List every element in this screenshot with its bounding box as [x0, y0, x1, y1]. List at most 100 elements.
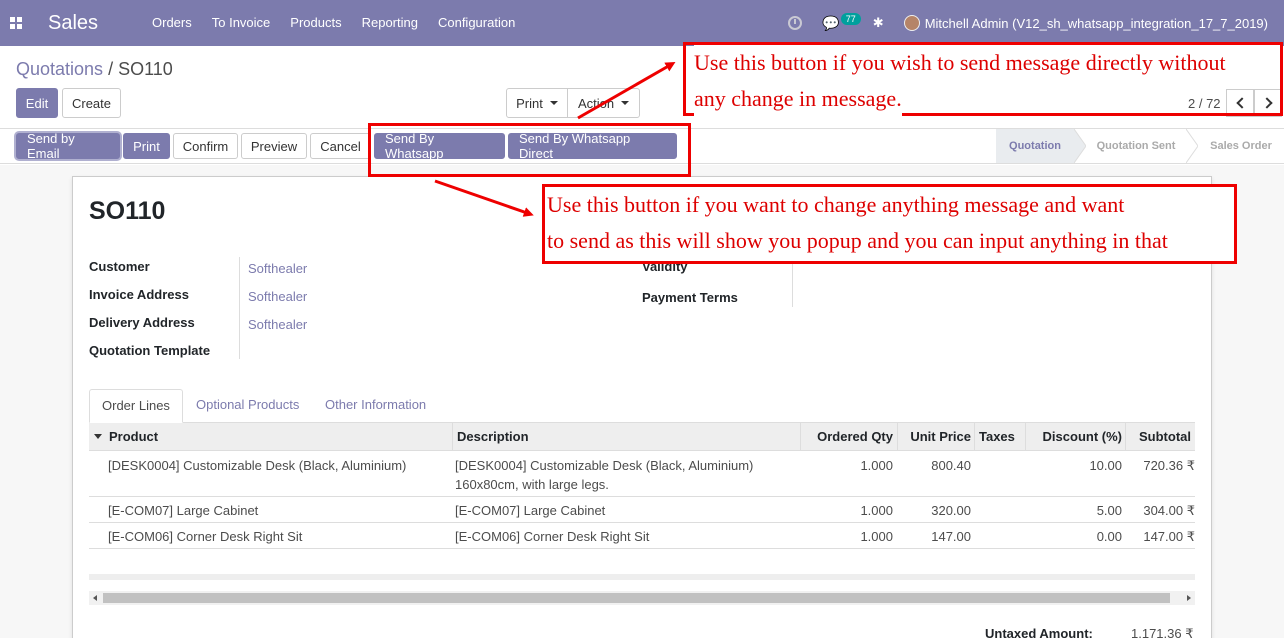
menu-configuration[interactable]: Configuration — [428, 0, 525, 46]
row-unit-price: 320.00 — [931, 503, 971, 518]
tab-order-lines[interactable]: Order Lines — [89, 389, 183, 423]
breadcrumb: Quotations / SO110 — [16, 59, 173, 80]
row-qty: 1.000 — [860, 529, 893, 544]
invoice-address-label: Invoice Address — [89, 287, 189, 302]
table-row[interactable]: [E-COM07] Large Cabinet [E-COM07] Large … — [89, 497, 1195, 523]
col-product[interactable]: Product — [105, 423, 453, 451]
scroll-right-icon[interactable] — [1187, 595, 1191, 601]
action-dropdown[interactable]: Action — [567, 88, 640, 118]
debug-bug-icon[interactable]: ✱ — [873, 15, 884, 31]
customer-label: Customer — [89, 259, 150, 274]
row-subtotal: 147.00 ₹ — [1143, 529, 1195, 544]
stage-separator-icon — [1186, 129, 1198, 163]
action-dropdown-label: Action — [577, 95, 615, 111]
table-row[interactable]: [E-COM06] Corner Desk Right Sit [E-COM06… — [89, 523, 1195, 549]
annotation-direct-line-2: any change in message. — [694, 81, 902, 117]
tab-other-information[interactable]: Other Information — [313, 389, 438, 423]
edit-button[interactable]: Edit — [16, 88, 58, 118]
col-discount[interactable]: Discount (%) — [1025, 423, 1126, 451]
top-navbar: Sales Orders To Invoice Products Reporti… — [0, 0, 1284, 46]
menu-products[interactable]: Products — [280, 0, 351, 46]
annotation-popup-send: Use this button if you want to change an… — [542, 184, 1237, 264]
quotation-template-label: Quotation Template — [89, 343, 211, 358]
stage-sales-order[interactable]: Sales Order — [1198, 129, 1284, 163]
row-description: [E-COM07] Large Cabinet — [455, 503, 606, 518]
caret-down-icon — [549, 101, 558, 105]
app-name[interactable]: Sales — [48, 12, 142, 35]
apps-menu-icon[interactable] — [0, 0, 32, 46]
untaxed-amount-label: Untaxed Amount: — [985, 626, 1093, 638]
avatar[interactable] — [903, 15, 920, 31]
col-ordered-qty[interactable]: Ordered Qty — [800, 423, 897, 451]
col-description[interactable]: Description — [452, 423, 800, 451]
menu-to-invoice[interactable]: To Invoice — [202, 0, 281, 46]
annotation-popup-line-2: to send as this will show you popup and … — [547, 228, 1168, 253]
delivery-address-label: Delivery Address — [89, 315, 195, 330]
col-taxes[interactable]: Taxes — [974, 423, 1026, 451]
scrollbar-thumb[interactable] — [103, 593, 1170, 603]
print-dropdown-label: Print — [516, 95, 543, 111]
row-discount: 0.00 — [1096, 529, 1122, 544]
delivery-address-field[interactable]: Softhealer — [248, 317, 307, 332]
status-stages: Quotation Quotation Sent Sales Order — [996, 129, 1284, 163]
row-subtotal: 304.00 ₹ — [1143, 503, 1195, 518]
row-discount: 10.00 — [1089, 458, 1122, 473]
messaging-menu[interactable]: 💬 77 — [822, 13, 861, 32]
chat-count-badge: 77 — [840, 13, 861, 25]
table-row[interactable]: [DESK0004] Customizable Desk (Black, Alu… — [89, 451, 1195, 497]
breadcrumb-current: SO110 — [118, 59, 173, 79]
annotation-direct-send: Use this button if you wish to send mess… — [683, 42, 1283, 117]
row-discount: 5.00 — [1096, 503, 1122, 518]
untaxed-amount-value: 1,171.36 ₹ — [1131, 626, 1194, 638]
field-divider — [239, 257, 240, 359]
activity-clock-icon[interactable] — [788, 16, 803, 30]
col-unit-price[interactable]: Unit Price — [897, 423, 975, 451]
row-product: [E-COM07] Large Cabinet — [108, 503, 259, 518]
whatsapp-buttons-highlight — [368, 123, 691, 177]
row-subtotal: 720.36 ₹ — [1143, 458, 1195, 473]
annotation-popup-line-1: Use this button if you want to change an… — [547, 192, 1125, 217]
customer-field[interactable]: Softhealer — [248, 261, 307, 276]
menu-reporting[interactable]: Reporting — [352, 0, 428, 46]
invoice-address-field[interactable]: Softhealer — [248, 289, 307, 304]
stage-separator-icon — [1074, 129, 1086, 163]
stage-quotation[interactable]: Quotation — [996, 129, 1074, 163]
row-qty: 1.000 — [860, 503, 893, 518]
breadcrumb-quotations-link[interactable]: Quotations — [16, 59, 103, 79]
order-title: SO110 — [89, 197, 166, 225]
col-subtotal[interactable]: Subtotal — [1125, 423, 1195, 451]
row-qty: 1.000 — [860, 458, 893, 473]
row-description: [DESK0004] Customizable Desk (Black, Alu… — [455, 458, 754, 473]
send-by-email-button[interactable]: Send by Email — [16, 131, 120, 161]
navbar-systray: 💬 77 ✱ Mitchell Admin (V12_sh_whatsapp_i… — [788, 0, 1284, 46]
stage-quotation-sent[interactable]: Quotation Sent — [1086, 129, 1186, 163]
caret-down-icon — [621, 101, 630, 105]
notebook-tabs: Order Lines Optional Products Other Info… — [89, 389, 1195, 423]
sort-caret-icon[interactable] — [94, 434, 102, 439]
cancel-button[interactable]: Cancel — [310, 133, 371, 159]
annotation-direct-line-1: Use this button if you wish to send mess… — [694, 45, 1280, 81]
main-menu: Orders To Invoice Products Reporting Con… — [142, 0, 525, 46]
print-dropdown[interactable]: Print — [506, 88, 568, 118]
row-unit-price: 800.40 — [931, 458, 971, 473]
tab-optional-products[interactable]: Optional Products — [184, 389, 311, 423]
print-button[interactable]: Print — [123, 133, 170, 159]
menu-orders[interactable]: Orders — [142, 0, 202, 46]
field-divider — [792, 257, 793, 307]
table-footer — [89, 574, 1195, 580]
user-menu[interactable]: Mitchell Admin (V12_sh_whatsapp_integrat… — [925, 16, 1268, 31]
create-button[interactable]: Create — [62, 88, 121, 118]
row-description: [E-COM06] Corner Desk Right Sit — [455, 529, 650, 544]
row-unit-price: 147.00 — [931, 529, 971, 544]
row-product: [E-COM06] Corner Desk Right Sit — [108, 529, 303, 544]
preview-button[interactable]: Preview — [241, 133, 307, 159]
table-header: Product Description Ordered Qty Unit Pri… — [89, 423, 1195, 451]
payment-terms-label: Payment Terms — [642, 290, 738, 305]
chat-bubble-icon: 💬 — [822, 14, 840, 31]
breadcrumb-separator: / — [103, 59, 119, 79]
confirm-button[interactable]: Confirm — [173, 133, 238, 159]
horizontal-scrollbar[interactable] — [89, 591, 1195, 605]
scroll-left-icon[interactable] — [93, 595, 97, 601]
row-product: [DESK0004] Customizable Desk (Black, Alu… — [108, 458, 407, 473]
row-description-detail: 160x80cm, with large legs. — [455, 477, 609, 492]
